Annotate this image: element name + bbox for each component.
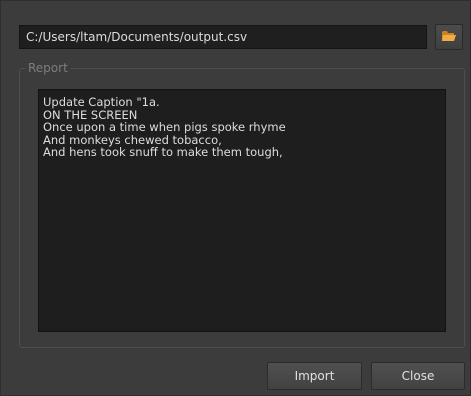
import-button-label: Import <box>294 369 335 383</box>
browse-folder-button[interactable] <box>435 24 463 50</box>
report-line: And hens took snuff to make them tough, <box>43 145 283 159</box>
file-path-field[interactable] <box>19 25 427 49</box>
close-button-label: Close <box>401 369 435 383</box>
report-group-title: Report <box>25 60 71 76</box>
report-dialog: Report Update Caption "1a. ON THE SCREEN… <box>0 0 471 396</box>
report-text-area[interactable]: Update Caption "1a. ON THE SCREEN Once u… <box>38 89 446 332</box>
import-button[interactable]: Import <box>267 362 362 390</box>
close-button[interactable]: Close <box>371 362 465 390</box>
folder-open-icon <box>441 29 457 46</box>
report-line: Update Caption "1a. <box>43 95 160 109</box>
report-line: Once upon a time when pigs spoke rhyme <box>43 120 286 134</box>
